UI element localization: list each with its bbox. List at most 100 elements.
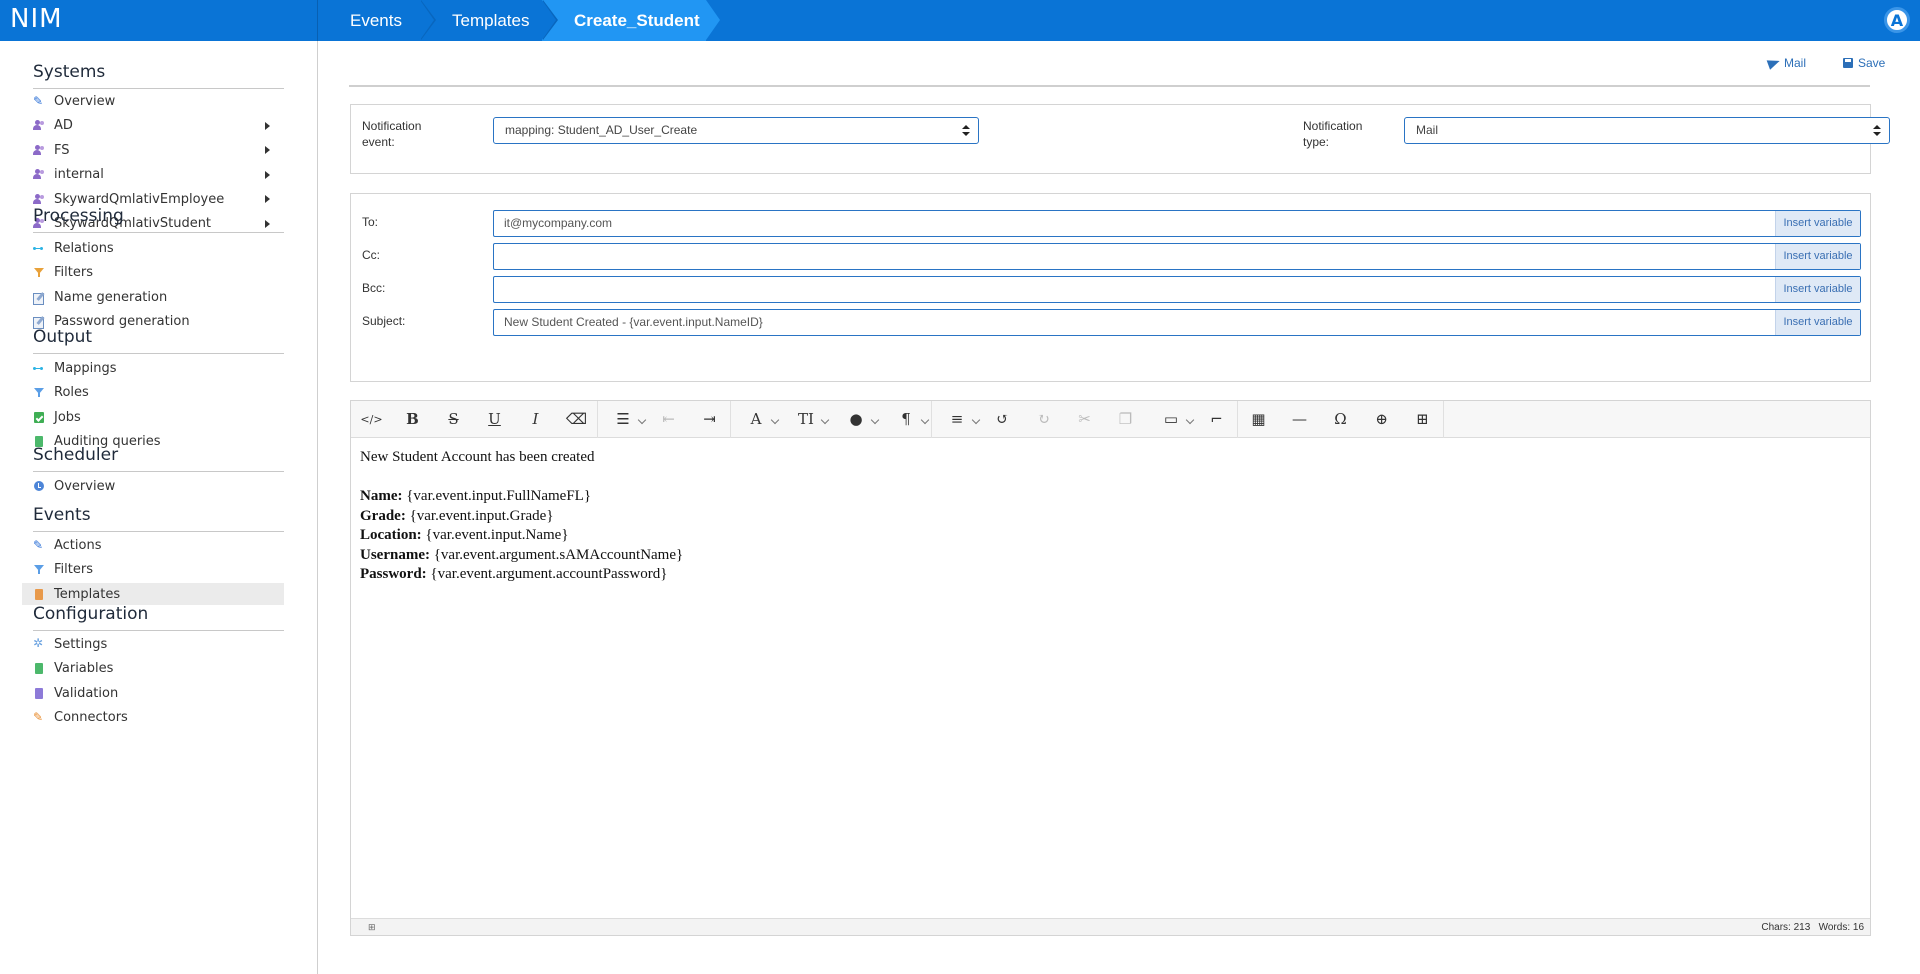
insert-variable-button[interactable]: Insert variable: [1775, 310, 1860, 335]
sidebar-item-label: Roles: [54, 385, 89, 400]
sidebar-item-relations[interactable]: Relations: [22, 237, 284, 259]
edit-icon: [33, 292, 46, 305]
editor-counts: Chars: 213 Words: 16: [1761, 922, 1864, 933]
outdent-button[interactable]: ⇤: [648, 401, 689, 438]
notification-type-label: Notification type:: [1303, 119, 1363, 149]
notification-type-select[interactable]: Mail: [1404, 117, 1890, 144]
special-char-button[interactable]: Ω: [1320, 401, 1361, 438]
paste-button[interactable]: ▭: [1146, 401, 1196, 438]
to-input[interactable]: it@mycompany.com Insert variable: [493, 210, 1861, 237]
select-all-button[interactable]: ⊞: [1402, 401, 1443, 438]
sort-arrows-icon: [1873, 125, 1881, 137]
sidebar-section-scheduler: Scheduler: [33, 445, 284, 472]
cut-button[interactable]: ✂: [1064, 401, 1105, 438]
bold-button[interactable]: B: [392, 401, 433, 438]
sidebar-item-filters[interactable]: Filters: [22, 559, 284, 581]
sidebar-item-label: internal: [54, 167, 104, 182]
sidebar-item-name-generation[interactable]: Name generation: [22, 286, 284, 308]
table-button[interactable]: ▦: [1238, 401, 1279, 438]
sidebar-item-mappings[interactable]: Mappings: [22, 357, 284, 379]
undo-button[interactable]: ↺: [982, 401, 1023, 438]
relations-icon: [33, 243, 46, 254]
insert-button[interactable]: ⊕: [1361, 401, 1402, 438]
format-painter-icon: ⌐: [1210, 410, 1223, 428]
notification-panel: Notification event: mapping: Student_AD_…: [350, 104, 1890, 174]
list-button[interactable]: ☰: [598, 401, 648, 438]
breadcrumb-events[interactable]: Events: [318, 0, 436, 41]
breadcrumb-label: Events: [350, 10, 402, 30]
redo-button[interactable]: ↻: [1023, 401, 1064, 438]
color-button[interactable]: ●: [831, 401, 881, 438]
breadcrumb-create-student[interactable]: Create_Student: [542, 0, 720, 41]
strikethrough-button[interactable]: S: [433, 401, 474, 438]
recipients-panel: To: it@mycompany.com Insert variable Cc: Ins…: [350, 193, 1871, 382]
wrench-icon: ✎: [33, 710, 44, 724]
font-button[interactable]: A: [731, 401, 781, 438]
cc-input[interactable]: Insert variable: [493, 243, 1861, 270]
underline-button[interactable]: U: [474, 401, 515, 438]
sidebar-item-actions[interactable]: ✎ Actions: [22, 534, 284, 556]
sidebar-item-connectors[interactable]: ✎ Connectors: [22, 707, 284, 729]
user-avatar[interactable]: A: [1884, 7, 1910, 33]
sidebar-item-settings[interactable]: Settings: [22, 633, 284, 655]
notification-event-select[interactable]: mapping: Student_AD_User_Create: [493, 117, 979, 144]
subject-value: New Student Created - {var.event.input.N…: [504, 315, 763, 329]
notification-type-value: Mail: [1416, 123, 1439, 137]
field-label: Grade:: [360, 507, 406, 524]
sidebar-item-ad[interactable]: AD: [22, 115, 284, 137]
app-logo[interactable]: NIM: [10, 4, 63, 34]
sidebar-item-label: Mappings: [54, 360, 117, 376]
paragraph-button[interactable]: ¶: [881, 401, 931, 438]
mail-button[interactable]: Mail: [1766, 56, 1806, 70]
editor-content[interactable]: New Student Account has been created Name…: [360, 448, 683, 585]
insert-variable-button[interactable]: Insert variable: [1775, 244, 1860, 269]
bcc-input[interactable]: Insert variable: [493, 276, 1861, 303]
sidebar-item-label: Actions: [54, 537, 102, 553]
clear-format-button[interactable]: ⌫: [556, 401, 597, 438]
sidebar-section-processing: Processing: [33, 206, 284, 233]
word-count: Words: 16: [1818, 922, 1864, 933]
copy-button[interactable]: ❐: [1105, 401, 1146, 438]
sidebar-item-overview[interactable]: ✎ Overview: [22, 90, 284, 112]
notification-event-value: mapping: Student_AD_User_Create: [505, 123, 698, 137]
chevron-down-icon: [870, 415, 880, 424]
sidebar-item-filters[interactable]: Filters: [22, 262, 284, 284]
sidebar-section-output: Output: [33, 327, 284, 354]
format-painter-button[interactable]: ⌐: [1196, 401, 1237, 438]
resize-grid-icon[interactable]: ⊞: [368, 922, 376, 933]
main-content: Mail Save Notification event: mapping: S…: [319, 41, 1920, 974]
users-icon: [33, 144, 46, 156]
caret-right-icon: [265, 170, 270, 179]
horizontal-rule-button[interactable]: —: [1279, 401, 1320, 438]
breadcrumb-templates[interactable]: Templates: [420, 0, 558, 41]
sidebar-item-jobs[interactable]: Jobs: [22, 406, 284, 428]
indent-button[interactable]: ⇥: [689, 401, 730, 438]
indent-icon: ⇥: [703, 410, 716, 428]
italic-button[interactable]: I: [515, 401, 556, 438]
notification-event-label: Notification event:: [362, 119, 422, 149]
editor-status-bar: ⊞ Chars: 213 Words: 16: [351, 918, 1870, 935]
sidebar-item-overview[interactable]: Overview: [22, 475, 284, 497]
sidebar-item-validation[interactable]: Validation: [22, 682, 284, 704]
sidebar-item-label: Name generation: [54, 289, 168, 305]
save-button[interactable]: Save: [1843, 56, 1885, 70]
sidebar-item-variables[interactable]: Variables: [22, 658, 284, 680]
chevron-down-icon: [820, 415, 830, 424]
sidebar-item-fs[interactable]: FS: [22, 139, 284, 161]
insert-variable-button[interactable]: Insert variable: [1775, 211, 1860, 236]
chevron-down-icon: [971, 415, 981, 424]
italic-icon: I: [532, 410, 539, 428]
code-view-button[interactable]: </>: [351, 401, 392, 438]
filter-icon: [33, 267, 46, 278]
sidebar-item-roles[interactable]: Roles: [22, 382, 284, 404]
font-size-button[interactable]: TI: [781, 401, 831, 438]
sidebar-item-internal[interactable]: internal: [22, 164, 284, 186]
subject-input[interactable]: New Student Created - {var.event.input.N…: [493, 309, 1861, 336]
undo-icon: ↺: [996, 410, 1009, 428]
font-icon: A: [750, 410, 762, 428]
align-button[interactable]: ≡: [932, 401, 982, 438]
sidebar-item-templates[interactable]: Templates: [22, 583, 284, 605]
sidebar-item-label: Overview: [54, 93, 116, 109]
insert-variable-button[interactable]: Insert variable: [1775, 277, 1860, 302]
sidebar-section-events: Events: [33, 505, 284, 532]
